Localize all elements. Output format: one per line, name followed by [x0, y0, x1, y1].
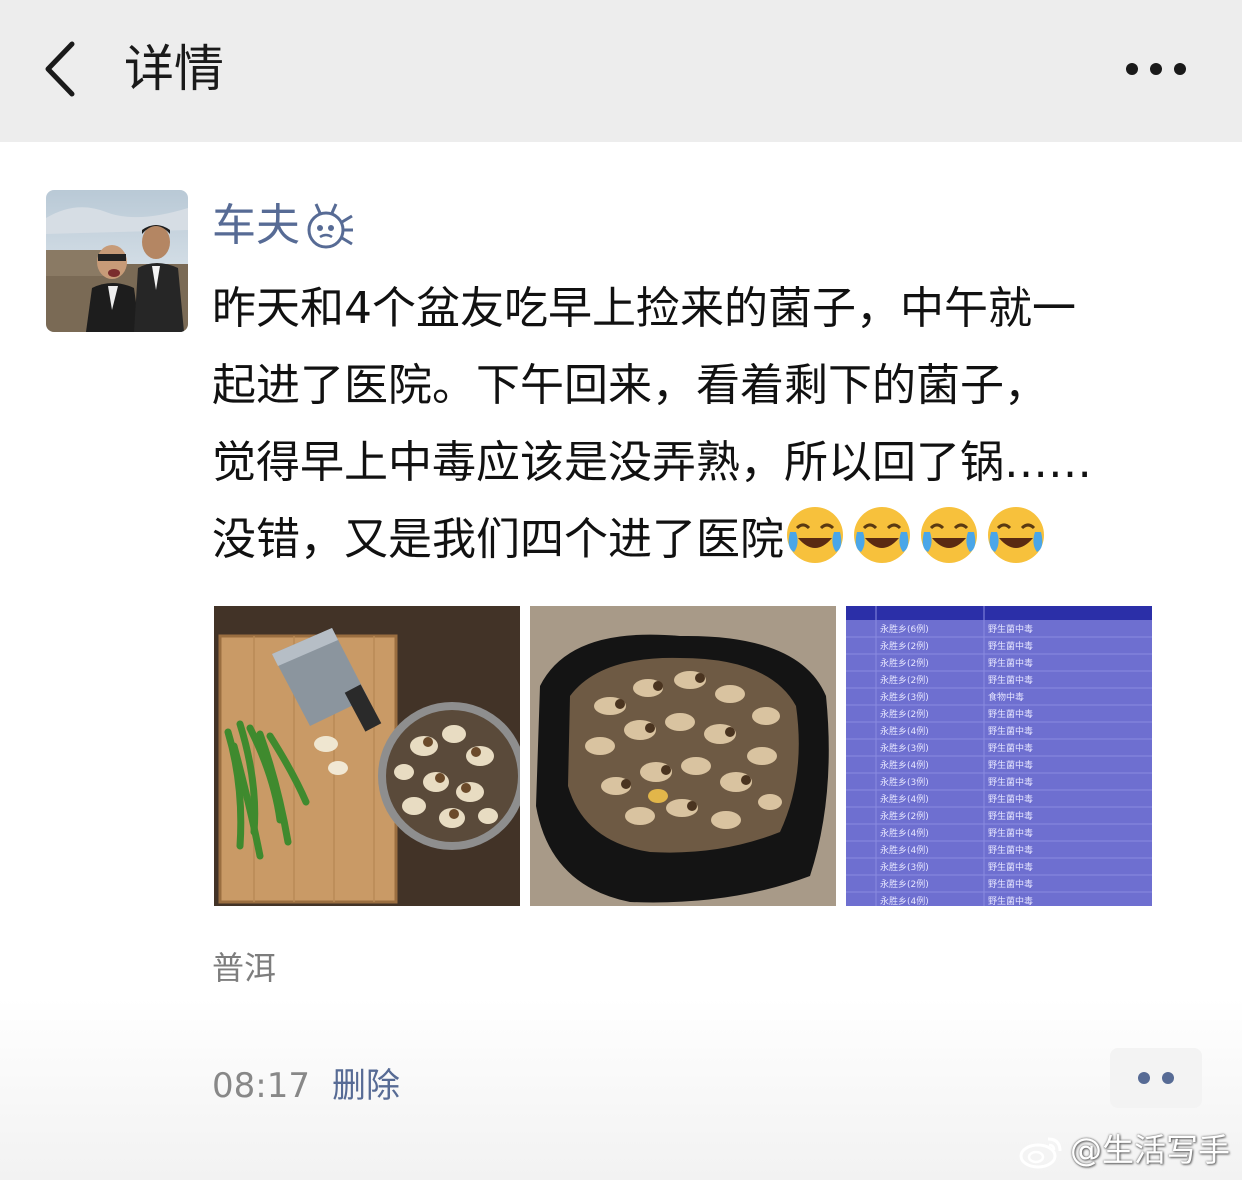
post-photo-patient-list[interactable]: 永胜乡(6例) 野生菌中毒 永胜乡(2例) 野生菌中毒 永胜乡(2例) 野生菌中毒 永胜乡(…: [846, 606, 1152, 906]
post-photo-mushroom-bag[interactable]: [530, 606, 836, 906]
list-cell-diagnosis: 食物中毒: [988, 691, 1024, 703]
more-dots-icon[interactable]: [1122, 54, 1190, 84]
list-cell-diagnosis: 野生菌中毒: [988, 793, 1033, 805]
list-cell-location: 永胜乡(2例): [880, 674, 929, 686]
list-cell-location: 永胜乡(3例): [880, 691, 929, 703]
author-name-text: 车夫: [212, 200, 300, 251]
watermark-text: @生活写手: [1070, 1131, 1231, 1169]
watermark: @生活写手: [1018, 1126, 1230, 1174]
list-cell-location: 永胜乡(4例): [880, 759, 929, 771]
list-cell-diagnosis: 野生菌中毒: [988, 708, 1033, 720]
list-cell-diagnosis: 野生菌中毒: [988, 725, 1033, 737]
list-cell-location: 永胜乡(2例): [880, 640, 929, 652]
post-text-line: 起进了医院。下午回来，看着剩下的菌子，: [212, 360, 1048, 411]
navigation-bar: 详情: [0, 0, 1242, 142]
list-cell-diagnosis: 野生菌中毒: [988, 674, 1033, 686]
list-cell-location: 永胜乡(2例): [880, 810, 929, 822]
list-cell-diagnosis: 野生菌中毒: [988, 895, 1033, 906]
list-cell-diagnosis: 野生菌中毒: [988, 810, 1033, 822]
list-cell-location: 永胜乡(4例): [880, 827, 929, 839]
list-cell-diagnosis: 野生菌中毒: [988, 844, 1033, 856]
post-text: 昨天和4个盆友吃早上捡来的菌子，中午就一 起进了医院。下午回来，看着剩下的菌子，…: [212, 270, 1212, 578]
more-dots-icon: [1138, 1072, 1174, 1084]
list-cell-diagnosis: 野生菌中毒: [988, 742, 1033, 754]
list-cell-diagnosis: 野生菌中毒: [988, 878, 1033, 890]
list-cell-location: 永胜乡(4例): [880, 844, 929, 856]
post-photo-cutting-board[interactable]: [214, 606, 520, 906]
crying-laughing-emoji-icon: [988, 507, 1044, 563]
list-cell-location: 永胜乡(2例): [880, 657, 929, 669]
post-text-line: 没错，又是我们四个进了医院: [212, 514, 784, 565]
bug-face-emoji-icon: [307, 203, 353, 249]
list-cell-location: 永胜乡(4例): [880, 793, 929, 805]
location-label[interactable]: 普洱: [212, 946, 276, 990]
list-cell-diagnosis: 野生菌中毒: [988, 623, 1033, 635]
list-cell-diagnosis: 野生菌中毒: [988, 861, 1033, 873]
list-cell-location: 永胜乡(4例): [880, 725, 929, 737]
list-cell-location: 永胜乡(2例): [880, 878, 929, 890]
comment-menu-button[interactable]: [1110, 1048, 1202, 1108]
list-cell-location: 永胜乡(3例): [880, 776, 929, 788]
list-cell-location: 永胜乡(2例): [880, 708, 929, 720]
list-cell-location: 永胜乡(4例): [880, 895, 929, 906]
list-cell-location: 永胜乡(3例): [880, 861, 929, 873]
post-text-line: 觉得早上中毒应该是没弄熟，所以回了锅……: [212, 437, 1092, 488]
list-cell-diagnosis: 野生菌中毒: [988, 776, 1033, 788]
chevron-left-icon[interactable]: [38, 38, 88, 100]
page-title: 详情: [124, 40, 224, 98]
post-time: 08:17: [212, 1066, 310, 1106]
list-cell-location: 永胜乡(3例): [880, 742, 929, 754]
crying-laughing-emoji-icon: [854, 507, 910, 563]
avatar[interactable]: [46, 190, 188, 332]
list-cell-diagnosis: 野生菌中毒: [988, 827, 1033, 839]
crying-laughing-emoji-icon: [921, 507, 977, 563]
crying-laughing-emoji-icon: [787, 507, 843, 563]
post-text-line-last: 没错，又是我们四个进了医院: [212, 501, 1212, 578]
author-name[interactable]: 车夫: [212, 196, 354, 256]
delete-link[interactable]: 删除: [332, 1064, 400, 1108]
list-cell-diagnosis: 野生菌中毒: [988, 759, 1033, 771]
list-cell-diagnosis: 野生菌中毒: [988, 657, 1033, 669]
list-cell-diagnosis: 野生菌中毒: [988, 640, 1033, 652]
post-text-line: 昨天和4个盆友吃早上捡来的菌子，中午就一: [212, 283, 1076, 334]
weibo-logo-icon: [1019, 1137, 1062, 1169]
list-cell-location: 永胜乡(6例): [880, 623, 929, 635]
